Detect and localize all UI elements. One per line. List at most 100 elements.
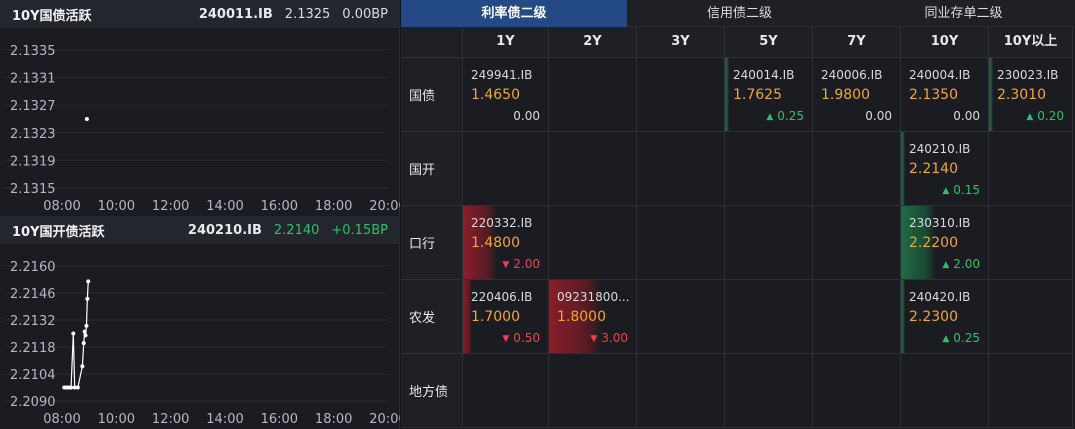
data-point[interactable]: [69, 385, 74, 390]
triangle-down-icon: ▼: [502, 260, 510, 270]
bond-yield: 2.1325: [284, 6, 331, 22]
bp-change: ▼ 2.00: [502, 257, 540, 271]
triangle-down-icon: ▼: [590, 334, 598, 344]
bond-cell[interactable]: 240006.IB 1.9800 0.00: [813, 58, 901, 132]
bond-yield: 2.1350: [909, 87, 958, 103]
y-tick-label: 2.1335: [10, 44, 56, 59]
column-header-7Y[interactable]: 7Y: [813, 27, 901, 58]
data-point[interactable]: [86, 279, 91, 284]
bond-code: 240014.IB: [733, 68, 795, 82]
bond-code: 220406.IB: [471, 290, 533, 304]
bond-code: 249941.IB: [471, 68, 533, 82]
bond-cell[interactable]: 240004.IB 2.1350 0.00: [901, 58, 989, 132]
bond-cell: [813, 354, 901, 428]
y-tick-label: 2.2090: [10, 395, 56, 410]
column-header-10Y以上[interactable]: 10Y以上: [989, 27, 1073, 58]
bp-change-value: 0.00: [513, 109, 540, 123]
tab-rate-bonds[interactable]: 利率债二级: [401, 0, 627, 27]
change-bar: [989, 58, 993, 131]
bond-cell[interactable]: 09231800... 1.8000 ▼ 3.00: [549, 280, 637, 354]
bond-cell: [549, 58, 637, 132]
bond-yield: 2.2140: [909, 161, 958, 177]
bp-change: ▲ 0.25: [942, 331, 980, 345]
triangle-up-icon: ▲: [942, 334, 950, 344]
y-tick-label: 2.2118: [10, 341, 56, 356]
x-tick-label: 20:00: [369, 199, 400, 214]
intraday-yield-chart: 2.1335 2.1331 2.1327 2.1323 2.1319 2.1315 08:0…: [4, 44, 400, 214]
data-point[interactable]: [81, 341, 86, 346]
bond-cell: [725, 132, 813, 206]
data-point[interactable]: [71, 331, 76, 336]
bond-cell[interactable]: 249941.IB 1.4650 0.00: [463, 58, 549, 132]
bond-yield: 1.8000: [557, 309, 606, 325]
bond-cell: [989, 280, 1073, 354]
bond-code: 240420.IB: [909, 290, 971, 304]
bp-change: 0.00: [953, 109, 980, 123]
y-tick-label: 2.1319: [10, 154, 56, 169]
bond-cell: [813, 206, 901, 280]
bp-change: ▲ 0.20: [1026, 109, 1064, 123]
x-tick-label: 20:00: [369, 412, 400, 427]
bond-code[interactable]: 240210.IB: [188, 223, 262, 238]
bond-cell: [989, 206, 1073, 280]
yield-matrix: 利率债二级 信用债二级 同业存单二级 1Y 2Y 3Y 5Y 7Y 10Y 10Y以上 国债 2…: [401, 0, 1075, 429]
bond-cell: [725, 280, 813, 354]
data-point[interactable]: [75, 385, 80, 390]
bp-change-value: 2.00: [513, 257, 540, 271]
bond-bp-change: +0.15BP: [331, 222, 388, 238]
data-point[interactable]: [84, 117, 89, 121]
x-tick-label: 12:00: [152, 199, 189, 214]
tab-ncd[interactable]: 同业存单二级: [852, 0, 1075, 27]
bp-change-value: 0.00: [865, 109, 892, 123]
row-label: 国债: [401, 58, 463, 132]
bp-change-value: 0.25: [953, 331, 980, 345]
x-tick-label: 10:00: [98, 412, 135, 427]
column-header-5Y[interactable]: 5Y: [725, 27, 813, 58]
data-point[interactable]: [83, 333, 88, 338]
bond-cell: [813, 132, 901, 206]
bond-cell[interactable]: 230023.IB 2.3010 ▲ 0.20: [989, 58, 1073, 132]
chart-sidebar: 10Y国债活跃 240011.IB 2.1325 0.00BP 2.1335 2.…: [0, 0, 400, 429]
market-tabs: 利率债二级 信用债二级 同业存单二级: [401, 0, 1075, 27]
bond-cell[interactable]: 230310.IB 2.2200 ▲ 2.00: [901, 206, 989, 280]
y-tick-label: 2.1331: [10, 72, 56, 87]
bp-change: ▼ 0.50: [502, 331, 540, 345]
bond-code: 220332.IB: [471, 216, 533, 230]
bond-yield: 1.4650: [471, 87, 520, 103]
bond-cell[interactable]: 240420.IB 2.2300 ▲ 0.25: [901, 280, 989, 354]
bond-code: 240006.IB: [821, 68, 883, 82]
panel-title: 10Y国债活跃: [12, 8, 92, 24]
bond-cell[interactable]: 220406.IB 1.7000 ▼ 0.50: [463, 280, 549, 354]
triangle-up-icon: ▲: [942, 186, 950, 196]
x-tick-label: 12:00: [152, 412, 189, 427]
column-header-1Y[interactable]: 1Y: [463, 27, 549, 58]
cdb-10y-panel: 10Y国开债活跃 240210.IB 2.2140 +0.15BP 2.2160…: [0, 216, 400, 429]
row-label: 国开: [401, 132, 463, 206]
change-bar: [901, 132, 905, 205]
data-point[interactable]: [80, 364, 85, 369]
panel-header: 10Y国债活跃 240011.IB 2.1325 0.00BP: [0, 0, 400, 28]
bp-change-value: 0.25: [777, 109, 804, 123]
column-header-2Y[interactable]: 2Y: [549, 27, 637, 58]
bond-cell[interactable]: 240014.IB 1.7625 ▲ 0.25: [725, 58, 813, 132]
bp-change: ▲ 0.25: [766, 109, 804, 123]
bp-change-value: 3.00: [601, 331, 628, 345]
column-header-3Y[interactable]: 3Y: [637, 27, 725, 58]
bond-cell: [725, 206, 813, 280]
bond-yield: 1.4800: [471, 235, 520, 251]
x-tick-label: 14:00: [206, 412, 243, 427]
column-header-10Y[interactable]: 10Y: [901, 27, 989, 58]
bond-code[interactable]: 240011.IB: [199, 7, 273, 22]
bond-cell: [549, 206, 637, 280]
bond-yield: 2.2200: [909, 235, 958, 251]
tab-credit-bonds[interactable]: 信用债二级: [627, 0, 852, 27]
bond-cell: [463, 354, 549, 428]
bp-change: 0.00: [513, 109, 540, 123]
bond-cell[interactable]: 220332.IB 1.4800 ▼ 2.00: [463, 206, 549, 280]
data-point[interactable]: [84, 323, 89, 328]
bond-cell: [463, 132, 549, 206]
bond-yield: 2.2300: [909, 309, 958, 325]
data-point[interactable]: [85, 296, 90, 301]
bond-cell[interactable]: 240210.IB 2.2140 ▲ 0.15: [901, 132, 989, 206]
data-point[interactable]: [82, 329, 87, 334]
